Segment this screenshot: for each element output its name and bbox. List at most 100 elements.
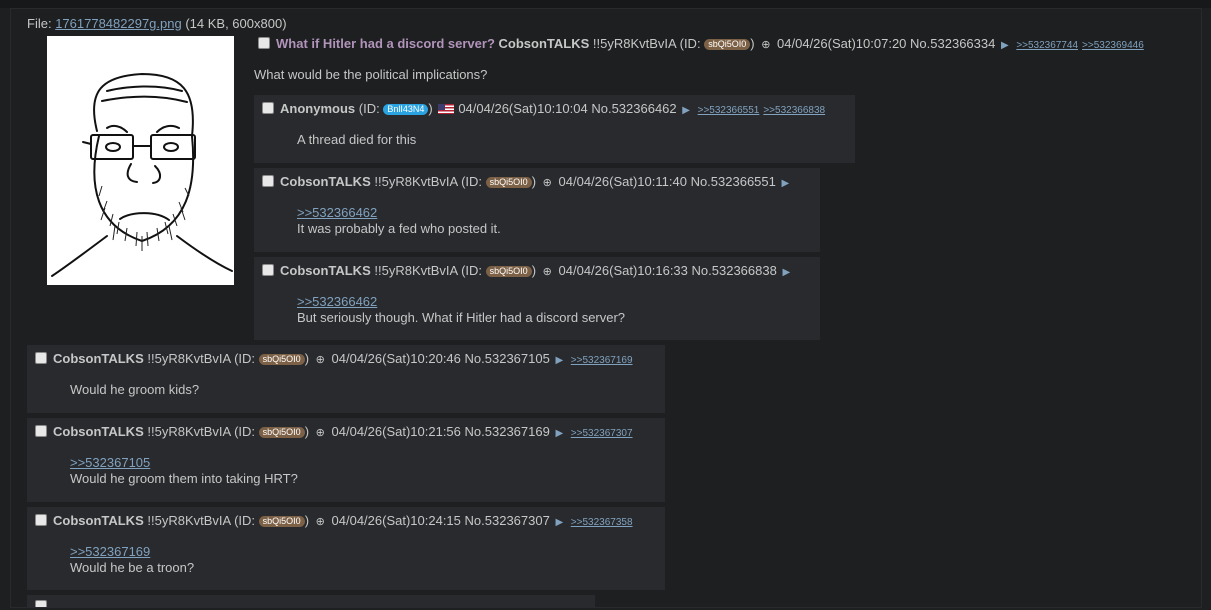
location-icon: ⊕ — [542, 177, 552, 189]
reply-select-checkbox[interactable] — [262, 102, 274, 114]
reply-post: CobsonTALKS !!5yR8KvtBvIA (ID: sbQi5OI0)… — [27, 507, 665, 590]
op-message: What would be the political implications… — [254, 67, 488, 82]
reply-id-suffix: ) — [428, 101, 433, 116]
reply-id-suffix: ) — [304, 351, 310, 366]
reply-id-prefix: (ID: — [234, 424, 256, 439]
op-post-number[interactable]: No.532366334 — [910, 36, 995, 51]
reply-backlink[interactable]: >>532367358 — [571, 517, 633, 528]
reply-id-prefix: (ID: — [461, 174, 483, 189]
reply-poster-id[interactable]: BnlI43N4 — [383, 104, 429, 115]
op-poster-id[interactable]: sbQi5OI0 — [704, 39, 751, 50]
reply-select-checkbox[interactable] — [262, 264, 274, 276]
reply-id-suffix: ) — [531, 174, 537, 189]
reply-post-number[interactable]: No.532366838 — [692, 263, 777, 278]
reply-id-suffix: ) — [304, 424, 310, 439]
reply-poster-id[interactable]: sbQi5OI0 — [258, 427, 305, 438]
reply-quote-link[interactable]: >>532367105 — [70, 455, 150, 470]
reply-datetime: 04/04/26(Sat)10:10:04 — [458, 101, 588, 116]
file-meta: (14 KB, 600x800) — [185, 16, 287, 31]
reply-message: But seriously though. What if Hitler had… — [297, 310, 626, 325]
reply-name: CobsonTALKS — [280, 174, 371, 189]
reply-message: Would he groom kids? — [70, 382, 200, 397]
reply-trip: !!5yR8KvtBvIA — [374, 174, 458, 189]
reply-poster-id[interactable]: sbQi5OI0 — [485, 266, 532, 277]
reply-select-checkbox[interactable] — [35, 425, 47, 437]
reply-poster-id[interactable]: sbQi5OI0 — [485, 177, 532, 188]
wojak-drawing — [47, 36, 234, 285]
op-backlink[interactable]: >>532369446 — [1082, 40, 1144, 51]
reply-message: Would he groom them into taking HRT? — [70, 471, 298, 486]
us-flag-icon — [438, 104, 455, 114]
post-menu-arrow-icon[interactable]: ▶ — [782, 267, 790, 278]
thread-container: File: 1761778482297g.png (14 KB, 600x800… — [10, 8, 1202, 608]
post-menu-arrow-icon[interactable]: ▶ — [682, 105, 690, 116]
reply-quote-link[interactable]: >>532366462 — [297, 294, 377, 309]
reply-post: CobsonTALKS !!5yR8KvtBvIA (ID: sbQi5OI0)… — [254, 168, 820, 252]
reply-post-number[interactable]: No.532367169 — [465, 424, 550, 439]
reply-name: CobsonTALKS — [53, 424, 144, 439]
post-menu-arrow-icon[interactable]: ▶ — [782, 178, 790, 189]
reply-message: A thread died for this — [297, 132, 417, 147]
op-select-checkbox[interactable] — [258, 37, 270, 49]
op-backlink[interactable]: >>532367744 — [1016, 40, 1078, 51]
reply-post-number[interactable]: No.532367105 — [465, 351, 550, 366]
location-icon: ⊕ — [542, 266, 552, 278]
op-datetime: 04/04/26(Sat)10:07:20 — [777, 36, 907, 51]
reply-post: Anonymous (ID: BnlI43N4) 04/04/26(Sat)10… — [254, 95, 855, 163]
op-id-prefix: (ID: — [679, 36, 701, 51]
op-id-suffix: ) — [750, 36, 755, 51]
reply-message: It was probably a fed who posted it. — [297, 221, 501, 236]
reply-post-number[interactable]: No.532367307 — [465, 513, 550, 528]
reply-datetime: 04/04/26(Sat)10:20:46 — [331, 351, 461, 366]
reply-id-prefix: (ID: — [234, 513, 256, 528]
reply-datetime: 04/04/26(Sat)10:16:33 — [558, 263, 688, 278]
reply-id-suffix: ) — [304, 513, 310, 528]
reply-name: CobsonTALKS — [53, 351, 144, 366]
reply-select-checkbox[interactable] — [35, 600, 47, 607]
reply-backlink[interactable]: >>532366838 — [763, 105, 825, 116]
op-image-thumbnail[interactable] — [47, 36, 234, 285]
op-header: What if Hitler had a discord server? Cob… — [258, 36, 1144, 51]
reply-trip: !!5yR8KvtBvIA — [147, 351, 231, 366]
post-menu-arrow-icon[interactable]: ▶ — [555, 355, 563, 366]
reply-post: CobsonTALKS !!5yR8KvtBvIA (ID: sbQi5OI0)… — [27, 345, 665, 413]
reply-backlink[interactable]: >>532366551 — [698, 105, 760, 116]
post-menu-arrow-icon[interactable]: ▶ — [555, 517, 563, 528]
reply-post-partial — [27, 595, 595, 607]
reply-quote-link[interactable]: >>532366462 — [297, 205, 377, 220]
reply-select-checkbox[interactable] — [262, 175, 274, 187]
reply-post-number[interactable]: No.532366462 — [591, 101, 676, 116]
op-subject: What if Hitler had a discord server? — [276, 36, 495, 51]
reply-post: CobsonTALKS !!5yR8KvtBvIA (ID: sbQi5OI0)… — [254, 257, 820, 340]
reply-backlink[interactable]: >>532367307 — [571, 428, 633, 439]
reply-trip: !!5yR8KvtBvIA — [147, 513, 231, 528]
reply-id-prefix: (ID: — [234, 351, 256, 366]
file-link[interactable]: 1761778482297g.png — [55, 16, 182, 31]
reply-select-checkbox[interactable] — [35, 352, 47, 364]
file-info: File: 1761778482297g.png (14 KB, 600x800… — [27, 16, 287, 31]
reply-name: Anonymous — [280, 101, 356, 116]
reply-backlink[interactable]: >>532367169 — [571, 355, 633, 366]
reply-message: Would he be a troon? — [70, 560, 195, 575]
post-menu-arrow-icon[interactable]: ▶ — [555, 428, 563, 439]
reply-select-checkbox[interactable] — [35, 514, 47, 526]
reply-id-prefix: (ID: — [461, 263, 483, 278]
top-strip — [0, 0, 1211, 8]
reply-quote-link[interactable]: >>532367169 — [70, 544, 150, 559]
file-label: File: — [27, 16, 52, 31]
location-icon: ⊕ — [761, 39, 771, 51]
op-name: CobsonTALKS — [498, 36, 590, 51]
reply-id-prefix: (ID: — [358, 101, 380, 116]
reply-name: CobsonTALKS — [280, 263, 371, 278]
post-menu-arrow-icon[interactable]: ▶ — [1001, 40, 1009, 51]
reply-datetime: 04/04/26(Sat)10:11:40 — [558, 174, 687, 189]
reply-poster-id[interactable]: sbQi5OI0 — [258, 354, 305, 365]
op-trip: !!5yR8KvtBvIA — [592, 36, 676, 51]
reply-datetime: 04/04/26(Sat)10:24:15 — [331, 513, 461, 528]
location-icon: ⊕ — [315, 516, 325, 528]
reply-post-number[interactable]: No.532366551 — [691, 174, 776, 189]
reply-id-suffix: ) — [531, 263, 537, 278]
reply-trip: !!5yR8KvtBvIA — [374, 263, 458, 278]
reply-datetime: 04/04/26(Sat)10:21:56 — [331, 424, 461, 439]
reply-poster-id[interactable]: sbQi5OI0 — [258, 516, 305, 527]
